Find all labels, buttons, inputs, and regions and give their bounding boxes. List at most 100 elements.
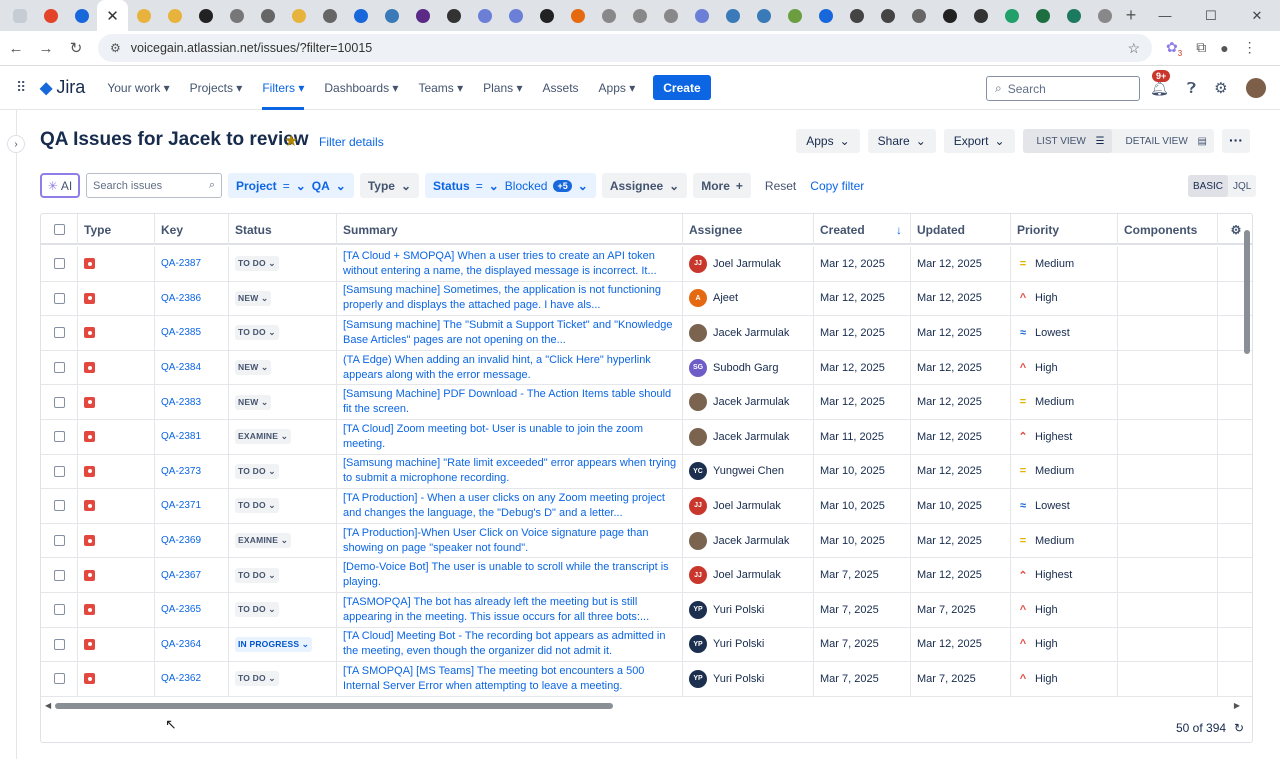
tab-chrome-icon[interactable] [159, 0, 190, 31]
row-checkbox[interactable] [41, 523, 78, 558]
bookmark-star-icon[interactable]: ☆ [1127, 40, 1140, 57]
more-actions-icon[interactable]: ··· [1222, 129, 1250, 153]
tab-search-icon[interactable] [4, 0, 35, 31]
issue-key-link[interactable]: QA-2387 [161, 258, 201, 269]
summary-link[interactable]: [TASMOPQA] The bot has already left the … [343, 595, 682, 625]
priority-cell[interactable]: ≈ Lowest [1011, 316, 1118, 350]
summary-link[interactable]: (TA Edge) When adding an invalid hint, a… [343, 353, 682, 383]
summary-link[interactable]: [Samsung machine] "Rate limit exceeded" … [343, 456, 682, 486]
col-status[interactable]: Status [229, 214, 337, 245]
favorite-star-icon[interactable]: ★ [284, 131, 298, 151]
table-row[interactable]: QA-2373 TO DO ⌄ [Samsung machine] "Rate li… [41, 454, 1252, 490]
table-row[interactable]: QA-2367 TO DO ⌄ [Demo-Voice Bot] The user … [41, 558, 1252, 593]
tab-app-icon[interactable] [1089, 0, 1120, 31]
tab-app-icon[interactable] [841, 0, 872, 31]
table-row[interactable]: QA-2371 TO DO ⌄ [TA Production] - When a u… [41, 489, 1252, 524]
back-icon[interactable]: ← [2, 40, 30, 57]
tab-google-icon[interactable] [624, 0, 655, 31]
tab-app-icon[interactable] [531, 0, 562, 31]
create-button[interactable]: Create [653, 75, 711, 100]
summary-link[interactable]: [TA Cloud] Zoom meeting bot- User is una… [343, 422, 682, 452]
issue-key-link[interactable]: QA-2385 [161, 327, 201, 338]
minimize-button[interactable]: — [1142, 8, 1188, 24]
list-view-button[interactable]: LIST VIEW ☰ [1022, 129, 1112, 153]
priority-cell[interactable]: ^ High [1011, 627, 1118, 662]
project-filter[interactable]: Project = ⌄ QA ⌄ [228, 173, 354, 198]
row-checkbox[interactable] [41, 662, 78, 696]
summary-link[interactable]: [TA SMOPQA] [MS Teams] The meeting bot e… [343, 664, 682, 694]
tab-google-icon[interactable] [593, 0, 624, 31]
scroll-right-icon[interactable]: ▶ [1234, 701, 1240, 710]
copy-filter-button[interactable]: Copy filter [810, 179, 864, 193]
maximize-button[interactable]: ☐ [1188, 8, 1234, 24]
horizontal-scroll-thumb[interactable] [55, 703, 613, 709]
export-button[interactable]: Export ⌄ [943, 129, 1015, 153]
filter-details-link[interactable]: Filter details [319, 135, 384, 149]
col-assignee[interactable]: Assignee [683, 214, 814, 245]
tab-app-icon[interactable] [779, 0, 810, 31]
row-checkbox[interactable] [41, 593, 78, 627]
table-row[interactable]: QA-2364 IN PROGRESS ⌄ [TA Cloud] Meeting B… [41, 627, 1252, 663]
assignee-cell[interactable]: Jacek Jarmulak [683, 316, 814, 350]
issue-key-link[interactable]: QA-2381 [161, 431, 201, 442]
jira-logo[interactable]: ◆ Jira [40, 77, 85, 98]
priority-cell[interactable]: ^ High [1011, 662, 1118, 696]
tab-excel-icon[interactable] [1027, 0, 1058, 31]
settings-gear-icon[interactable]: ⚙ [1214, 79, 1227, 97]
table-row[interactable]: QA-2386 NEW ⌄ [Samsung machine] Sometimes,… [41, 281, 1252, 317]
tab-active-close-icon[interactable]: ✕ [97, 0, 128, 31]
user-avatar[interactable] [1245, 78, 1266, 98]
assignee-cell[interactable]: JJ Joel Jarmulak [683, 247, 814, 281]
tab-app-icon[interactable] [965, 0, 996, 31]
apps-button[interactable]: Apps ⌄ [796, 129, 860, 153]
assignee-cell[interactable]: JJ Joel Jarmulak [683, 558, 814, 592]
expand-sidebar-chevron-icon[interactable]: › [7, 135, 25, 153]
col-components[interactable]: Components [1118, 214, 1218, 245]
type-filter[interactable]: Type ⌄ [359, 173, 420, 198]
table-row[interactable]: QA-2369 EXAMINE ⌄ [TA Production]-When Use… [41, 523, 1252, 559]
tab-app-icon[interactable] [190, 0, 221, 31]
col-summary[interactable]: Summary [337, 214, 683, 245]
status-lozenge[interactable]: TO DO ⌄ [235, 256, 279, 272]
help-icon[interactable]: ❓︎ [1187, 80, 1196, 97]
summary-link[interactable]: [Samsung machine] The "Submit a Support … [343, 318, 682, 348]
issue-key-link[interactable]: QA-2371 [161, 500, 201, 511]
tab-gitlab-icon[interactable] [35, 0, 66, 31]
tab-app-icon[interactable] [438, 0, 469, 31]
nav-apps[interactable]: Apps ▾ [599, 66, 636, 110]
status-lozenge[interactable]: NEW ⌄ [235, 290, 272, 306]
summary-link[interactable]: [TA Production]-When User Click on Voice… [343, 526, 682, 556]
nav-dashboards[interactable]: Dashboards ▾ [324, 66, 398, 110]
issue-key-link[interactable]: QA-2386 [161, 293, 201, 304]
col-priority[interactable]: Priority [1011, 214, 1118, 245]
assignee-cell[interactable]: Jacek Jarmulak [683, 385, 814, 419]
summary-link[interactable]: [TA Cloud] Meeting Bot - The recording b… [343, 629, 682, 659]
extension-icon[interactable]: ✿3 [1166, 39, 1182, 58]
notifications-bell-icon[interactable]: 🔔︎ 9+ [1150, 70, 1171, 97]
tab-link-icon[interactable] [221, 0, 252, 31]
table-row[interactable]: QA-2383 NEW ⌄ [Samsung Machine] PDF Downlo… [41, 385, 1252, 420]
tab-app-icon[interactable] [1058, 0, 1089, 31]
nav-assets[interactable]: Assets [543, 66, 579, 110]
global-search-input[interactable]: ⌕ Search [986, 76, 1140, 101]
scroll-left-icon[interactable]: ◀ [45, 701, 51, 710]
issue-key-link[interactable]: QA-2365 [161, 604, 201, 615]
row-checkbox[interactable] [41, 281, 78, 316]
summary-link[interactable]: [TA Production] - When a user clicks on … [343, 491, 682, 521]
priority-cell[interactable]: = Medium [1011, 454, 1118, 489]
table-row[interactable]: QA-2385 TO DO ⌄ [Samsung machine] The "Sub… [41, 316, 1252, 351]
select-all-checkbox[interactable] [41, 214, 78, 245]
table-row[interactable]: QA-2387 TO DO ⌄ [TA Cloud + SMOPQA] When a… [41, 247, 1252, 282]
tab-chrome-icon[interactable] [283, 0, 314, 31]
priority-cell[interactable]: ^ High [1011, 281, 1118, 316]
assignee-cell[interactable]: A Ajeet [683, 281, 814, 316]
close-window-button[interactable]: ✕ [1234, 8, 1280, 24]
search-issues-input[interactable]: Search issues ⌕ [86, 173, 222, 198]
app-switcher-icon[interactable]: ⠿ [16, 79, 32, 96]
table-row[interactable]: QA-2362 TO DO ⌄ [TA SMOPQA] [MS Teams] The… [41, 662, 1252, 697]
issue-key-link[interactable]: QA-2383 [161, 397, 201, 408]
tab-google-icon[interactable] [655, 0, 686, 31]
horizontal-scrollbar[interactable]: ◀ ▶ [41, 700, 1252, 712]
reset-button[interactable]: Reset [765, 179, 796, 193]
status-lozenge[interactable]: NEW ⌄ [235, 360, 272, 376]
